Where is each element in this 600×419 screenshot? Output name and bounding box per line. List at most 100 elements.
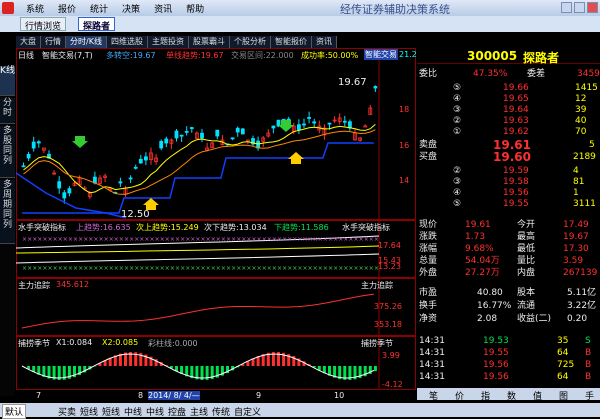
vtab-multi-stock[interactable]: 多股同列 xyxy=(0,126,15,178)
tick-row: 14:31 19.56 725 B xyxy=(417,360,600,371)
tick-vol: 725 xyxy=(557,360,575,370)
tick-row: 14:31 19.53 35 S xyxy=(417,336,600,347)
bid-price: 19.55 xyxy=(503,199,529,209)
app-title: 经传证券辅助决策系统 xyxy=(340,3,450,16)
candle-body xyxy=(26,154,31,159)
tab-stock[interactable]: 探路者 xyxy=(78,17,116,32)
vtab-timeshare[interactable]: 分时 xyxy=(0,98,15,124)
ytick-p3-2: 353.18 xyxy=(374,320,402,329)
ytick-p3-1: 375.26 xyxy=(374,302,402,311)
nav-analysis[interactable]: 个股分析 xyxy=(229,36,271,48)
stat-label: 换手 xyxy=(419,301,438,311)
weibi-row: 委比 47.35% 委差 3459 xyxy=(417,69,600,80)
stat-value: 40.80 xyxy=(477,288,503,298)
stat-label: 市盈 xyxy=(419,288,438,298)
ind-value-3: 交易区间:22.000 xyxy=(231,51,294,60)
nav-info[interactable]: 资讯 xyxy=(311,36,337,48)
template-tab[interactable]: 买卖 xyxy=(58,405,76,418)
nav-battle[interactable]: 股票霸斗 xyxy=(188,36,230,48)
panel4-val-3: 彩柱线:0.000 xyxy=(148,339,198,348)
quote-tab[interactable]: 值 xyxy=(533,389,542,402)
smart-trade-button[interactable]: 智能交易 xyxy=(364,49,398,60)
tick-price: 19.53 xyxy=(483,336,509,346)
sell-label: 卖盘 xyxy=(419,140,438,150)
ask-row: ③ 19.64 39 xyxy=(417,105,600,116)
tick-time: 14:31 xyxy=(419,348,445,358)
menu-news[interactable]: 资讯 xyxy=(154,2,172,15)
quote-tab[interactable]: 笔 xyxy=(429,389,438,402)
panel4-val-1: X1:0.084 xyxy=(56,338,93,347)
xaxis-1: 7 xyxy=(36,391,42,400)
template-tab[interactable]: 中线 xyxy=(124,405,142,418)
panel4-name: 捕捞季节 xyxy=(361,339,393,348)
indicator-name: 智能交易(7,T) xyxy=(42,51,93,60)
title-bar: 系统 报价 统计 决策 资讯 帮助 经传证券辅助决策系统 xyxy=(0,0,600,16)
nav-quotes[interactable]: 行情 xyxy=(41,36,66,48)
bid-price: 19.56 xyxy=(503,188,529,198)
stat-label: 今开 xyxy=(517,220,536,230)
menu-system[interactable]: 系统 xyxy=(26,2,44,15)
candle-body xyxy=(138,158,143,164)
tick-time: 14:31 xyxy=(419,360,445,370)
quote-tab[interactable]: 图 xyxy=(559,389,568,402)
candle-body xyxy=(143,156,148,161)
quote-tab[interactable]: 手 xyxy=(585,389,594,402)
quote-tab[interactable]: 指 xyxy=(481,389,490,402)
nav-smart-quote[interactable]: 智能报价 xyxy=(270,36,312,48)
menu-quote[interactable]: 报价 xyxy=(58,2,76,15)
ask-level: ③ xyxy=(453,105,462,115)
candle-body xyxy=(235,127,240,133)
ytick-main-2: 16 xyxy=(399,141,410,150)
stat-row: 净资 2.08 收益(二) 0.20 xyxy=(417,314,600,325)
band-yellow xyxy=(16,245,380,254)
menu-decision[interactable]: 决策 xyxy=(122,2,140,15)
stat-value: 5.11亿 xyxy=(567,288,597,298)
nav-stock-select[interactable]: 四维选股 xyxy=(106,36,148,48)
quote-tab[interactable]: 数 xyxy=(507,389,516,402)
template-tab[interactable]: 控盘 xyxy=(168,405,186,418)
stat-row: 涨幅 9.68% 最低 17.30 xyxy=(417,244,600,255)
menu-stats[interactable]: 统计 xyxy=(90,2,108,15)
xaxis-4: 10 xyxy=(334,391,345,400)
panel4-title: 捕捞季节 xyxy=(18,339,50,348)
ask-price: 19.65 xyxy=(503,94,529,104)
vtab-multi-period[interactable]: 多周期同列 xyxy=(0,180,15,244)
template-tab[interactable]: 传统 xyxy=(212,405,230,418)
stat-value: 17.49 xyxy=(563,220,589,230)
template-tab[interactable]: 主线 xyxy=(190,405,208,418)
quote-bottom-tabs: 笔价指数值图手 xyxy=(417,388,600,402)
tick-flag: S xyxy=(585,336,591,346)
tab-market-browse[interactable]: 行情浏览 xyxy=(20,17,67,32)
app-logo-icon xyxy=(2,2,14,14)
tick-flag: B xyxy=(585,348,592,358)
xaxis-date: 2014/ 8/ 4/— xyxy=(148,391,200,400)
panel3-val: 345.612 xyxy=(56,280,90,289)
kline-chart-area[interactable]: × × × × × × × × × × × × × × × × × × × × × × × × × × × × × × × × × × × × × × × ×… xyxy=(16,48,422,400)
template-tab[interactable]: 短线 xyxy=(80,405,98,418)
main-force-line xyxy=(21,293,374,329)
ask-vol: 70 xyxy=(575,127,587,137)
candle-body xyxy=(133,166,138,169)
template-tab[interactable]: 短线 xyxy=(102,405,120,418)
function-nav: 大盘 行情 分时/K线 四维选股 主题投资 股票霸斗 个股分析 智能报价 资讯 xyxy=(16,36,600,48)
quote-tab[interactable]: 价 xyxy=(455,389,464,402)
ask-price: 19.63 xyxy=(503,116,529,126)
maximize-icon[interactable] xyxy=(574,2,585,13)
stat-row: 涨跌 1.73 最高 19.67 xyxy=(417,232,600,243)
nav-theme[interactable]: 主题投资 xyxy=(147,36,189,48)
stat-value: 2.08 xyxy=(477,314,498,324)
minimize-icon[interactable] xyxy=(561,2,572,13)
ask-level: ① xyxy=(453,127,462,137)
panel3-title: 主力追踪 xyxy=(18,281,50,290)
quote-title: 300005 探路者 xyxy=(417,48,600,65)
stat-value: 16.77% xyxy=(477,301,512,311)
candle-body xyxy=(215,129,220,137)
menu-help[interactable]: 帮助 xyxy=(186,2,204,15)
nav-index[interactable]: 大盘 xyxy=(16,36,41,48)
close-icon[interactable] xyxy=(587,2,598,13)
vtab-kline[interactable]: K线 xyxy=(0,66,15,96)
template-tab[interactable]: 自定义 xyxy=(234,405,261,418)
ytick-p2-1: 17.64 xyxy=(378,241,401,250)
nav-kline[interactable]: 分时/K线 xyxy=(66,36,107,48)
template-tab[interactable]: 中线 xyxy=(146,405,164,418)
